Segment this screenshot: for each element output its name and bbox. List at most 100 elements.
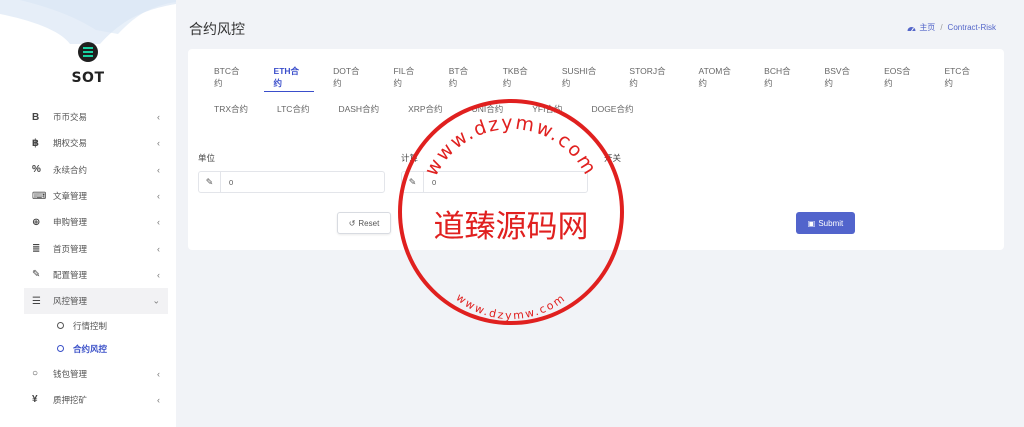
chevron-left-icon: ‹ — [157, 217, 160, 228]
sidebar-item-label: 永续合约 — [53, 164, 88, 175]
chevron-left-icon: ‹ — [157, 269, 160, 280]
circle-icon — [57, 345, 64, 353]
tab-bt[interactable]: BT合约 — [439, 61, 484, 93]
unit-field-group: 单位 ✎ 0 — [198, 152, 385, 193]
sidebar-menu: B 币币交易 ‹ ฿ 期权交易 ‹ % 永续合约 ‹ ⌨ 文章管理 ‹ ⊕ 申购… — [24, 104, 168, 413]
tab-storj[interactable]: STORJ合约 — [619, 61, 679, 93]
tab-btc[interactable]: BTC合约 — [204, 61, 255, 93]
sidebar: SOT B 币币交易 ‹ ฿ 期权交易 ‹ % 永续合约 ‹ ⌨ 文章管理 ‹ … — [0, 0, 176, 427]
sidebar-item-subscription[interactable]: ⊕ 申购管理 ‹ — [24, 209, 168, 235]
tab-etc[interactable]: ETC合约 — [934, 61, 985, 93]
sidebar-item-label: 申购管理 — [53, 217, 88, 228]
pencil-icon: ✎ — [402, 172, 424, 192]
list-details-icon: ☰ — [32, 295, 41, 307]
sidebar-item-option-trade[interactable]: ฿ 期权交易 ‹ — [24, 130, 168, 156]
unit-label: 单位 — [198, 153, 216, 163]
circle-icon — [57, 322, 64, 330]
page-title: 合约风控 — [189, 21, 245, 37]
tab-bch[interactable]: BCH合约 — [754, 61, 805, 93]
tab-eth[interactable]: ETH合约 — [263, 61, 315, 93]
undo-icon: ↺ — [348, 218, 356, 228]
calc-input[interactable]: ✎ 0 — [401, 171, 588, 193]
breadcrumb: 主页 / Contract-Risk — [907, 22, 996, 33]
yen-icon: ¥ — [32, 394, 38, 406]
submit-button[interactable]: ▣ Submit — [796, 212, 855, 234]
sidebar-decoration — [0, 0, 176, 44]
sidebar-item-label: 配置管理 — [53, 269, 88, 280]
chevron-left-icon: ‹ — [157, 191, 160, 202]
switch-label: 开关 — [604, 153, 622, 163]
tab-row-1: BTC合约 ETH合约 DOT合约 FIL合约 BT合约 TKB合约 SUSHI… — [204, 61, 994, 93]
sidebar-item-label: 首页管理 — [53, 243, 88, 254]
sidebar-item-label: 期权交易 — [53, 138, 88, 149]
tab-row-2: TRX合约 LTC合约 DASH合约 XRP合约 UNI合约 YFI合约 DOG… — [204, 93, 994, 125]
sidebar-subitem-label: 行情控制 — [73, 320, 108, 331]
lifebuoy-icon: ⊕ — [32, 216, 41, 228]
tab-uni[interactable]: UNI合约 — [462, 93, 514, 125]
link-icon: % — [32, 164, 41, 176]
brand-name: SOT — [71, 70, 105, 86]
breadcrumb-home-link[interactable]: 主页 — [919, 22, 935, 33]
sidebar-subitem-label: 合约风控 — [73, 343, 108, 354]
sidebar-item-perpetual[interactable]: % 永续合约 ‹ — [24, 157, 168, 183]
tab-eos[interactable]: EOS合约 — [874, 61, 925, 93]
circle-icon: ○ — [32, 368, 39, 380]
chevron-down-icon: ⌄ — [152, 295, 160, 306]
chevron-left-icon: ‹ — [157, 243, 160, 254]
chevron-left-icon: ‹ — [157, 164, 160, 175]
tab-yfi[interactable]: YFI合约 — [522, 93, 572, 125]
switch-field-group: 开关 — [604, 152, 791, 193]
sidebar-subitem-contract-risk[interactable]: 合约风控 — [24, 337, 168, 360]
sidebar-item-label: 钱包管理 — [53, 368, 88, 379]
unit-input[interactable]: ✎ 0 — [198, 171, 385, 193]
contract-tabs: BTC合约 ETH合约 DOT合约 FIL合约 BT合约 TKB合约 SUSHI… — [204, 61, 994, 125]
breadcrumb-separator: / — [940, 23, 943, 32]
sidebar-item-coin-trade[interactable]: B 币币交易 ‹ — [24, 104, 168, 130]
sidebar-item-risk[interactable]: ☰ 风控管理 ⌄ — [24, 288, 168, 315]
bitcoin-icon: B — [32, 111, 40, 123]
sidebar-item-label: 文章管理 — [53, 191, 88, 202]
logo[interactable]: SOT — [0, 42, 176, 86]
sidebar-item-config[interactable]: ✎ 配置管理 ‹ — [24, 262, 168, 288]
calc-value: 0 — [432, 177, 437, 187]
sidebar-item-label: 币币交易 — [53, 112, 88, 123]
wrench-icon: ✎ — [32, 269, 41, 281]
chevron-left-icon: ‹ — [157, 394, 160, 405]
tab-dash[interactable]: DASH合约 — [328, 93, 389, 125]
dashboard-icon — [907, 26, 916, 31]
reset-button[interactable]: ↺ Reset — [337, 212, 391, 234]
tab-xrp[interactable]: XRP合约 — [398, 93, 452, 125]
sidebar-item-label: 风控管理 — [53, 296, 88, 307]
chevron-left-icon: ‹ — [157, 112, 160, 123]
bitcoin-icon: ฿ — [32, 137, 39, 149]
unit-value: 0 — [229, 177, 234, 187]
tab-fil[interactable]: FIL合约 — [383, 61, 429, 93]
tab-doge[interactable]: DOGE合约 — [581, 93, 643, 125]
breadcrumb-current: Contract-Risk — [947, 23, 996, 32]
reset-button-label: Reset — [358, 218, 380, 228]
save-icon: ▣ — [807, 218, 816, 228]
sidebar-item-articles[interactable]: ⌨ 文章管理 ‹ — [24, 183, 168, 209]
chevron-left-icon: ‹ — [157, 138, 160, 149]
tab-ltc[interactable]: LTC合约 — [267, 93, 319, 125]
tab-bsv[interactable]: BSV合约 — [815, 61, 866, 93]
chevron-left-icon: ‹ — [157, 368, 160, 379]
calc-field-group: 计算 ✎ 0 — [401, 152, 588, 193]
sidebar-item-homepage[interactable]: ≣ 首页管理 ‹ — [24, 235, 168, 261]
sidebar-item-wallet[interactable]: ○ 钱包管理 ‹ — [24, 360, 168, 386]
sidebar-item-label: 质押挖矿 — [53, 394, 88, 405]
calc-label: 计算 — [401, 153, 419, 163]
pencil-icon: ✎ — [199, 172, 221, 192]
tab-trx[interactable]: TRX合约 — [204, 93, 258, 125]
keyboard-icon: ⌨ — [32, 190, 47, 202]
submit-button-label: Submit — [818, 218, 844, 228]
sidebar-subitem-market-control[interactable]: 行情控制 — [24, 314, 168, 337]
tab-sushi[interactable]: SUSHI合约 — [552, 61, 611, 93]
tab-atom[interactable]: ATOM合约 — [689, 61, 746, 93]
list-icon: ≣ — [32, 243, 41, 255]
tab-tkb[interactable]: TKB合约 — [493, 61, 543, 93]
contract-risk-card: BTC合约 ETH合约 DOT合约 FIL合约 BT合约 TKB合约 SUSHI… — [188, 49, 1004, 250]
logo-icon — [78, 42, 98, 62]
tab-dot[interactable]: DOT合约 — [323, 61, 374, 93]
sidebar-item-staking[interactable]: ¥ 质押挖矿 ‹ — [24, 387, 168, 413]
